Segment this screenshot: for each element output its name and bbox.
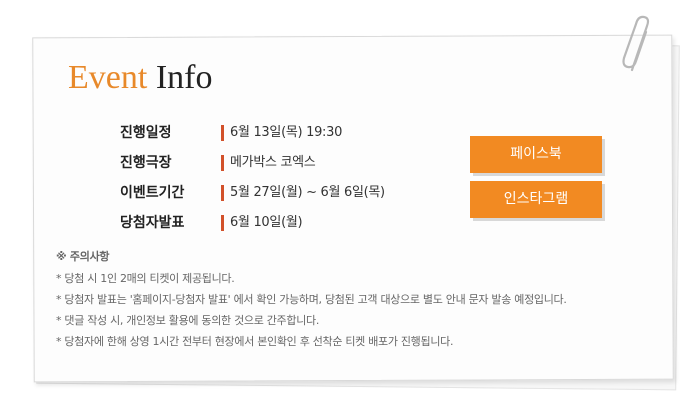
info-label: 진행극장	[120, 155, 172, 171]
title-rest: Info	[155, 59, 213, 96]
facebook-button[interactable]: 페이스북	[470, 136, 602, 173]
notes-line: * 당첨자 발표는 '홈페이지-당첨자 발표' 에서 확인 가능하며, 당첨된 …	[56, 293, 567, 306]
separator-bar	[221, 125, 224, 141]
notes-line: * 댓글 작성 시, 개인정보 활용에 동의한 것으로 간주합니다.	[56, 314, 320, 327]
separator-bar	[221, 215, 224, 231]
info-value: 5월 27일(월) ~ 6월 6일(목)	[230, 185, 385, 200]
instagram-button[interactable]: 인스타그램	[470, 181, 602, 218]
info-label: 진행일정	[120, 125, 172, 141]
page-title: Event Info	[68, 58, 212, 98]
separator-bar	[221, 185, 224, 201]
info-label: 이벤트기간	[120, 185, 185, 201]
info-value: 6월 13일(목) 19:30	[230, 125, 343, 140]
notes-section: ※ 주의사항 * 당첨 시 1인 2매의 티켓이 제공됩니다. * 당첨자 발표…	[56, 246, 567, 352]
separator-bar	[221, 155, 224, 171]
notes-line: * 당첨자에 한해 상영 1시간 전부터 현장에서 본인확인 후 선착순 티켓 …	[56, 335, 454, 348]
info-value: 메가박스 코엑스	[230, 155, 316, 170]
notes-heading: ※ 주의사항	[56, 250, 110, 263]
notes-line: * 당첨 시 1인 2매의 티켓이 제공됩니다.	[56, 272, 235, 285]
info-value: 6월 10일(월)	[230, 215, 303, 230]
info-label: 당첨자발표	[120, 215, 185, 231]
title-accent: Event	[68, 59, 148, 96]
paperclip-icon	[622, 15, 650, 72]
